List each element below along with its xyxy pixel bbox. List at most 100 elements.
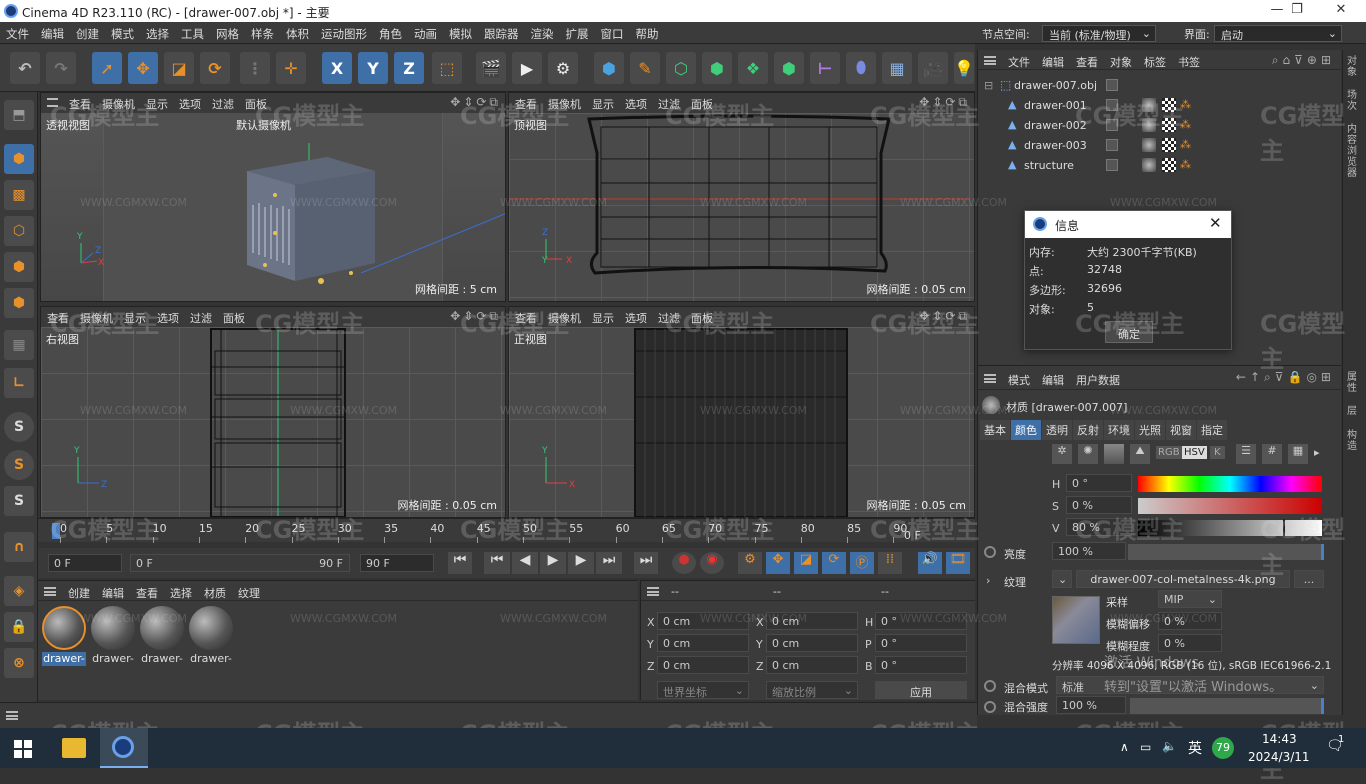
visibility-toggle[interactable] (1106, 159, 1118, 171)
network-icon[interactable]: ▭ (1140, 740, 1151, 754)
magnet-icon[interactable]: ∩ (4, 532, 34, 562)
tab-transparency[interactable]: 透明 (1042, 420, 1072, 440)
kelvin-mode-button[interactable]: K (1210, 446, 1225, 459)
menu-volume[interactable]: 体积 (280, 22, 315, 42)
uv-mode-icon[interactable]: ▦ (4, 330, 34, 360)
axis-mode-icon[interactable]: ∟ (4, 368, 34, 398)
attr-menu-userdata[interactable]: 用户数据 (1064, 366, 1120, 388)
vp-menu-cameras[interactable]: 摄像机 (69, 307, 113, 326)
record-icon[interactable]: ● (672, 552, 696, 574)
material-thumbnail[interactable] (91, 606, 135, 650)
menu-mesh[interactable]: 网格 (210, 22, 245, 42)
rgb-mode-button[interactable]: RGB (1156, 446, 1182, 459)
obj-menu-view[interactable]: 查看 (1064, 50, 1098, 70)
perspective-viewport[interactable]: 查看 摄像机 显示 选项 过滤 面板 ✥⇕⟳⧉ 透视视图 默认摄像机 YXZ 网格间距 :… (40, 92, 506, 302)
vp-menu-options[interactable]: 选项 (168, 93, 201, 112)
visibility-toggle[interactable] (1106, 79, 1118, 91)
end-frame-field[interactable]: 90 F (360, 554, 434, 572)
swatches-icon[interactable]: ▦ (1288, 444, 1308, 464)
menu-file[interactable]: 文件 (0, 22, 35, 42)
obj-menu-edit[interactable]: 编辑 (1030, 50, 1064, 70)
texture-browse-button[interactable]: ... (1294, 570, 1324, 588)
undo-icon[interactable]: ↶ (10, 52, 40, 84)
image-picker-icon[interactable]: ⛰ (1130, 444, 1150, 464)
material-tag-icon[interactable] (1142, 118, 1156, 132)
menu-simulate[interactable]: 模拟 (443, 22, 478, 42)
side-tab-layers[interactable]: 层 (1347, 406, 1363, 417)
vp-menu-filter[interactable]: 过滤 (179, 307, 212, 326)
texture-tag-icon[interactable] (1162, 138, 1176, 152)
vp-menu-cameras[interactable]: 摄像机 (537, 307, 581, 326)
apply-button[interactable]: 应用 (875, 681, 967, 699)
front-viewport[interactable]: 查看 摄像机 显示 选项 过滤 面板 ✥⇕⟳⧉ 正视图 YX 网格间距 : 0.05 cm (508, 306, 975, 518)
autokey-icon[interactable]: ◉ (700, 552, 724, 574)
world-coords-select[interactable]: 世界坐标 ⌄ (657, 681, 749, 699)
menu-render[interactable]: 渲染 (525, 22, 560, 42)
value-slider[interactable] (1138, 519, 1322, 537)
tab-environment[interactable]: 环境 (1104, 420, 1134, 440)
ok-button[interactable]: 确定 (1105, 321, 1153, 343)
menu-icon[interactable] (647, 587, 659, 596)
vp-menu-display[interactable]: 显示 (581, 307, 614, 326)
sampling-select[interactable]: MIP ⌄ (1158, 590, 1222, 608)
live-selection-icon[interactable]: ➚ (92, 52, 122, 84)
material-thumbnail[interactable] (140, 606, 184, 650)
hex-icon[interactable]: # (1262, 444, 1282, 464)
texture-tag-icon[interactable] (1162, 118, 1176, 132)
saturation-field[interactable]: 0 % (1066, 496, 1132, 514)
menu-extensions[interactable]: 扩展 (560, 22, 595, 42)
snap-settings-icon[interactable]: S (4, 450, 34, 480)
material-name[interactable]: drawer- (140, 652, 184, 665)
value-field[interactable]: 80 % (1066, 518, 1132, 536)
mat-menu-texture[interactable]: 纹理 (226, 581, 260, 601)
render-to-picture-viewer-icon[interactable]: ▶ (512, 52, 542, 84)
obj-menu-object[interactable]: 对象 (1098, 50, 1132, 70)
menu-character[interactable]: 角色 (373, 22, 408, 42)
object-manager-tool-icons[interactable]: ⌕⌂⊽⊕⊞ (1272, 53, 1335, 68)
prev-frame-icon[interactable]: ◀ (512, 552, 538, 574)
saturation-slider[interactable] (1138, 498, 1322, 514)
side-tab-structure[interactable]: 构造 (1347, 430, 1363, 452)
vp-menu-view[interactable]: 查看 (509, 93, 537, 112)
polygons-mode-icon[interactable]: ⬢ (4, 288, 34, 318)
top-viewport[interactable]: 查看 摄像机 显示 选项 过滤 面板 ✥⇕⟳⧉ 顶视图 ZXY 网格间距 : 0.05 c… (508, 92, 975, 302)
tab-color[interactable]: 颜色 (1011, 420, 1041, 440)
scale-icon[interactable]: ◪ (164, 52, 194, 84)
object-row-root[interactable]: ⊟ ⬚ drawer-007.obj (978, 76, 1342, 96)
texture-expand-icon[interactable]: › (986, 574, 990, 587)
transform-icon[interactable]: ✛ (276, 52, 306, 84)
key-position-icon[interactable]: ✥ (766, 552, 790, 574)
deformer-icon[interactable]: ⊢ (810, 52, 840, 84)
selection-tag-icon[interactable]: ⁂ (1180, 158, 1191, 171)
floor-icon[interactable]: ▦ (882, 52, 912, 84)
scale-mode-select[interactable]: 缩放比例 ⌄ (766, 681, 858, 699)
collapse-icon[interactable]: ⊟ (984, 79, 993, 92)
x-axis-lock-icon[interactable]: X (322, 52, 352, 84)
attribute-nav-icons[interactable]: ←↑⌕⊽🔒◎⊞ (1236, 370, 1335, 385)
film-icon[interactable]: 🎞 (946, 552, 970, 574)
key-param-icon[interactable]: Ⓟ (850, 552, 874, 574)
menu-icon[interactable] (984, 56, 996, 65)
vp-menu-filter[interactable]: 过滤 (647, 307, 680, 326)
object-row[interactable]: ▲ drawer-003 ⁂ (978, 136, 1342, 156)
vp-menu-panel[interactable]: 面板 (680, 93, 713, 112)
quantize-icon[interactable]: S (4, 486, 34, 516)
timeline-ruler[interactable]: 0 5 10 15 20 25 30 35 40 45 50 55 60 65 70 75 80 85 90 0 F (38, 518, 975, 543)
material-name[interactable]: drawer- (91, 652, 135, 665)
tab-viewport[interactable]: 视窗 (1166, 420, 1196, 440)
material-thumbnail[interactable] (189, 606, 233, 650)
object-row[interactable]: ▲ drawer-002 ⁂ (978, 116, 1342, 136)
next-key-icon[interactable]: ⏭ (596, 552, 622, 574)
vp-menu-options[interactable]: 选项 (614, 93, 647, 112)
viewport-nav-icons[interactable]: ✥⇕⟳⧉ (919, 95, 970, 110)
model-mode-icon[interactable]: ⬢ (4, 144, 34, 174)
size-x-field[interactable]: 0 cm (766, 612, 858, 630)
points-mode-icon[interactable]: ⬡ (4, 216, 34, 246)
vp-menu-cameras[interactable]: 摄像机 (91, 93, 135, 112)
vp-menu-panel[interactable]: 面板 (212, 307, 245, 326)
material-name[interactable]: drawer- (189, 652, 233, 665)
selection-tag-icon[interactable]: ⁂ (1180, 98, 1191, 111)
rot-h-field[interactable]: 0 ° (875, 612, 967, 630)
mograph-icon[interactable]: ⬢ (774, 52, 804, 84)
goto-start-icon[interactable]: ⏮ (448, 552, 472, 574)
